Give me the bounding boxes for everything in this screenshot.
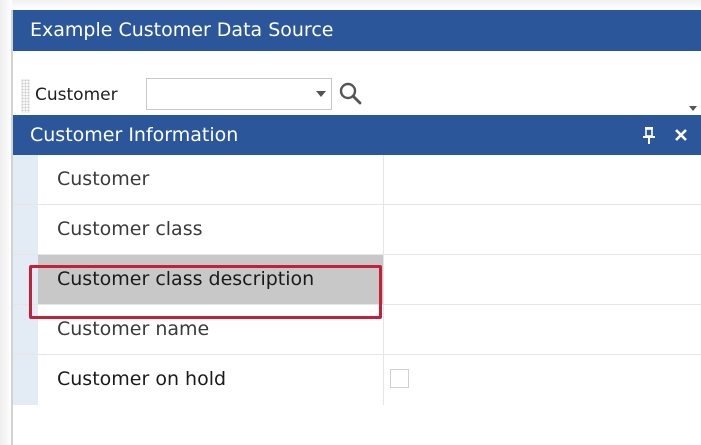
shadow-edge — [0, 0, 701, 10]
field-value[interactable] — [384, 255, 701, 304]
field-label: Customer on hold — [38, 355, 384, 405]
window-title: Example Customer Data Source — [13, 10, 701, 51]
field-row-customer-on-hold[interactable]: Customer on hold — [13, 355, 701, 405]
chevron-down-icon[interactable] — [311, 79, 331, 109]
field-list: Customer Customer class Customer class d… — [13, 155, 701, 405]
row-indicator — [13, 205, 38, 254]
field-row-customer[interactable]: Customer — [13, 155, 701, 205]
row-indicator — [13, 155, 38, 204]
row-indicator — [13, 305, 38, 354]
close-icon[interactable] — [669, 123, 693, 147]
field-row-customer-name[interactable]: Customer name — [13, 305, 701, 355]
field-label: Customer class — [38, 205, 384, 254]
section-header: Customer Information — [13, 115, 701, 155]
field-value[interactable] — [384, 205, 701, 254]
row-indicator — [13, 355, 38, 405]
search-icon[interactable] — [335, 77, 365, 109]
screen: Example Customer Data Source Customer Cu… — [0, 0, 701, 445]
field-value — [384, 355, 701, 405]
field-row-customer-class-description[interactable]: Customer class description — [13, 255, 701, 305]
field-label: Customer — [38, 155, 384, 204]
field-row-customer-class[interactable]: Customer class — [13, 205, 701, 255]
customer-on-hold-checkbox[interactable] — [390, 369, 409, 388]
toolbar-grip-handle[interactable] — [21, 79, 30, 113]
field-value[interactable] — [384, 155, 701, 204]
pin-icon[interactable] — [639, 123, 659, 147]
field-value[interactable] — [384, 305, 701, 354]
toolbar: Customer — [13, 51, 701, 125]
customer-filter-label: Customer — [35, 85, 118, 105]
customer-combobox[interactable] — [146, 78, 332, 110]
field-label: Customer class description — [38, 255, 384, 304]
data-source-panel: Example Customer Data Source Customer Cu… — [11, 10, 701, 445]
row-indicator — [13, 255, 38, 304]
overflow-chevron-icon[interactable] — [687, 102, 699, 114]
section-title: Customer Information — [30, 124, 239, 146]
field-label: Customer name — [38, 305, 384, 354]
